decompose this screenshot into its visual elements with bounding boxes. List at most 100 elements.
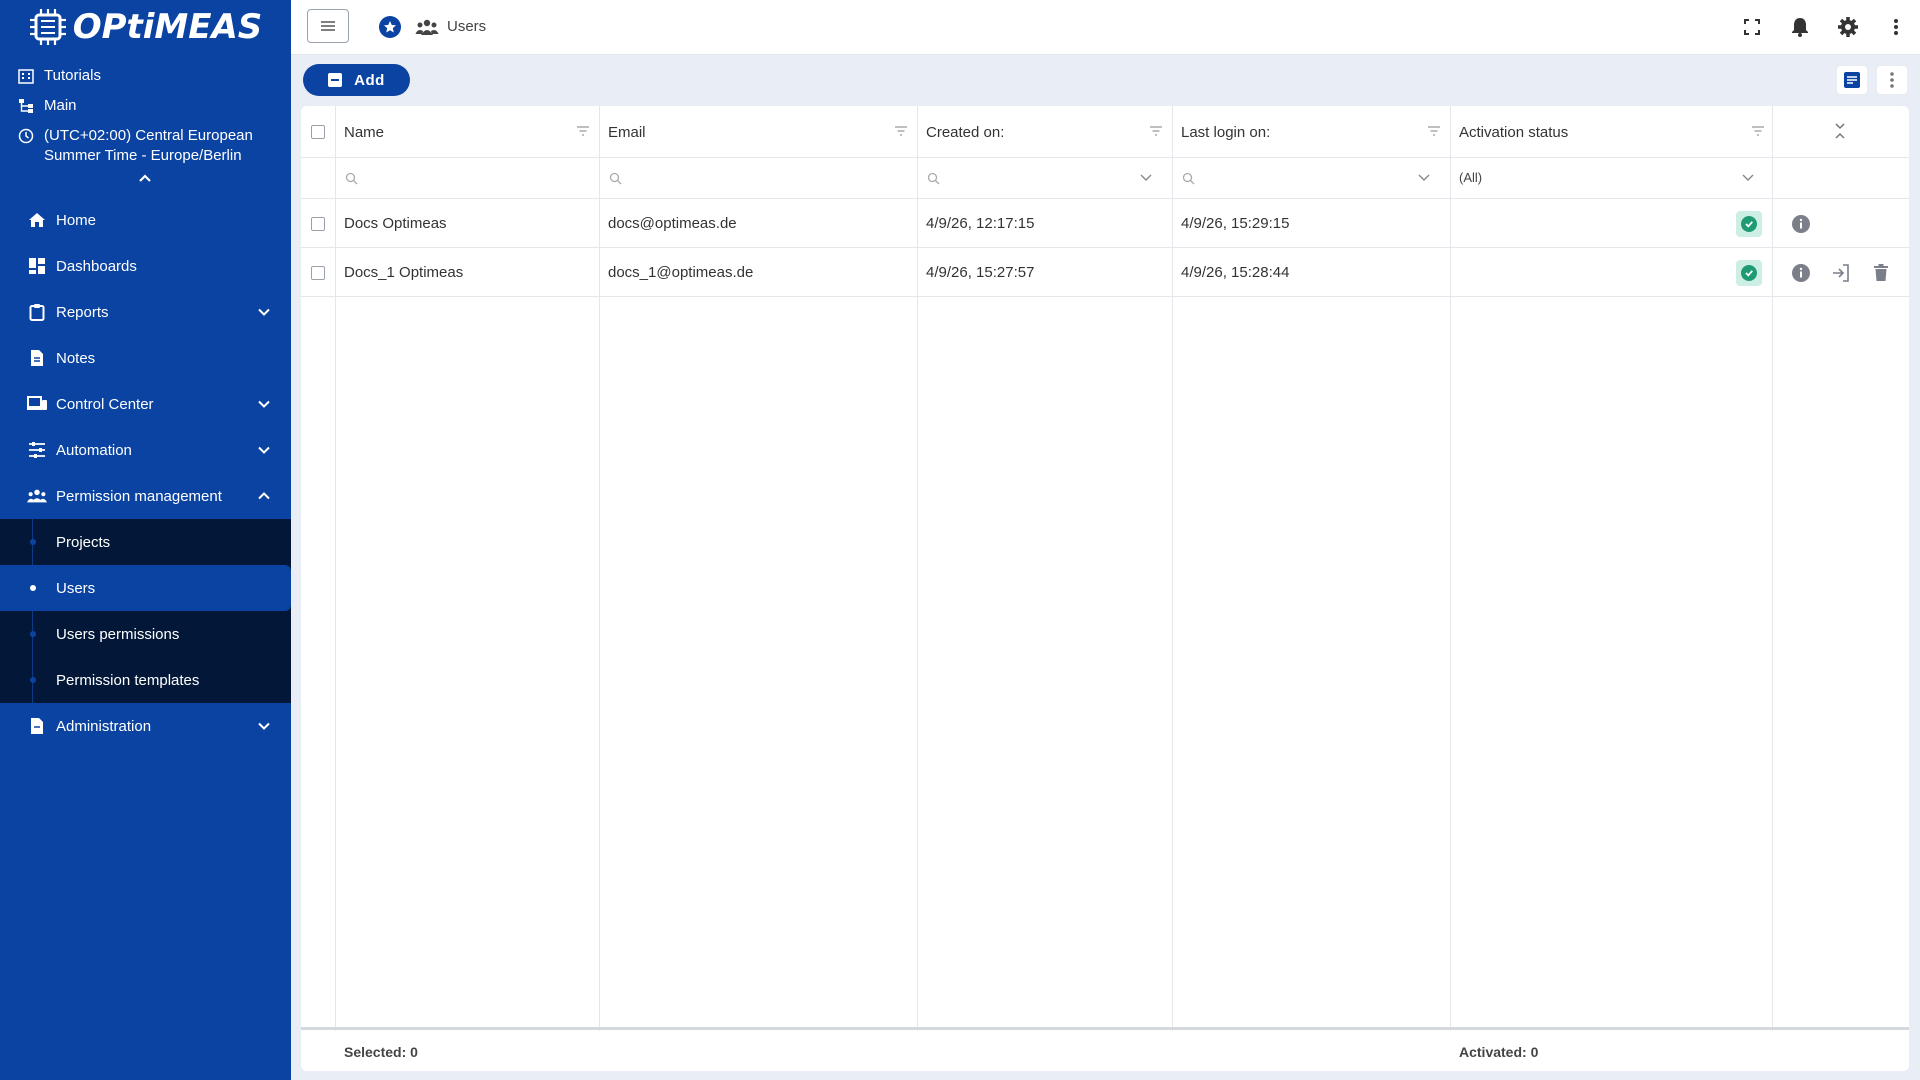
menu-label: Home — [56, 211, 97, 229]
cell-created: 4/9/26, 12:17:15 — [926, 215, 1035, 232]
header-label: Created on: — [926, 123, 1005, 141]
menu-item-reports[interactable]: Reports — [0, 289, 291, 335]
dashboard-icon — [27, 256, 47, 276]
submenu-item-permission-templates[interactable]: Permission templates — [0, 657, 291, 703]
header-name[interactable]: Name — [336, 106, 600, 158]
filter-icon[interactable] — [1427, 126, 1441, 136]
submenu-item-users[interactable]: Users — [0, 565, 291, 611]
info-button[interactable] — [1790, 262, 1812, 284]
search-icon[interactable] — [1182, 172, 1195, 185]
settings-button[interactable] — [1824, 14, 1872, 40]
header-email[interactable]: Email — [600, 106, 918, 158]
delete-button[interactable] — [1870, 262, 1892, 284]
menu-item-notes[interactable]: Notes — [0, 335, 291, 381]
people-icon — [415, 19, 439, 35]
filter-icon[interactable] — [1149, 126, 1163, 136]
home-icon — [27, 210, 47, 230]
info-button[interactable] — [1790, 213, 1812, 235]
star-icon — [384, 21, 396, 33]
devices-icon — [27, 394, 47, 414]
menu-item-administration[interactable]: Administration — [0, 703, 291, 749]
check-icon — [1745, 220, 1753, 228]
row-checkbox[interactable] — [311, 265, 325, 280]
row-checkbox[interactable] — [311, 216, 325, 231]
more-menu-button[interactable] — [1872, 14, 1920, 40]
main-link[interactable]: Main — [0, 96, 291, 116]
submenu-label: Users permissions — [56, 625, 180, 643]
filter-icon[interactable] — [576, 126, 590, 136]
select-all-cell — [301, 106, 336, 158]
notifications-button[interactable] — [1776, 14, 1824, 40]
search-icon[interactable] — [927, 172, 940, 185]
column-chooser-button[interactable] — [1837, 66, 1867, 94]
cell-activation — [1736, 248, 1762, 297]
menu-toggle-button[interactable] — [307, 9, 349, 43]
cell-email: docs@optimeas.de — [608, 215, 737, 232]
tutorials-link[interactable]: Tutorials — [0, 66, 291, 86]
status-filter-select[interactable]: (All) — [1459, 170, 1482, 185]
menu-item-home[interactable]: Home — [0, 197, 291, 243]
select-all-checkbox[interactable] — [311, 125, 325, 139]
filter-icon[interactable] — [894, 126, 908, 136]
menu-label: Reports — [56, 303, 109, 321]
search-icon[interactable] — [345, 172, 358, 185]
timezone-line2: Summer Time - Europe/Berlin — [44, 147, 242, 164]
fullscreen-button[interactable] — [1728, 14, 1776, 40]
menu-label: Dashboards — [56, 257, 137, 275]
collapse-rows-icon[interactable] — [1834, 122, 1846, 140]
menu-label: Notes — [56, 349, 96, 367]
menu-item-permission-management[interactable]: Permission management — [0, 473, 291, 519]
more-vertical-icon — [1890, 72, 1894, 88]
chevron-down-icon — [258, 446, 270, 454]
header-label: Activation status — [1459, 123, 1569, 141]
hamburger-icon — [321, 21, 335, 31]
chevron-down-icon[interactable] — [1139, 173, 1153, 183]
filter-icon[interactable] — [1751, 126, 1765, 136]
menu-item-control-center[interactable]: Control Center — [0, 381, 291, 427]
fullscreen-icon — [1744, 19, 1760, 35]
info-icon — [1792, 215, 1810, 233]
favorite-star-button[interactable] — [379, 16, 401, 38]
grid-options-button[interactable] — [1877, 66, 1907, 94]
logo: OPtiMEAS — [0, 0, 291, 52]
building-icon — [18, 69, 34, 84]
menu-label: Permission management — [56, 487, 222, 505]
grid-header: Name Email Created on: Last login on: Ac… — [301, 106, 1909, 158]
admin-icon — [27, 716, 47, 736]
menu-label: Automation — [56, 441, 132, 459]
table-row[interactable]: Docs Optimeas docs@optimeas.de 4/9/26, 1… — [301, 199, 1909, 248]
submenu-item-projects[interactable]: Projects — [0, 519, 291, 565]
timezone-info[interactable]: (UTC+02:00) Central European Summer Time… — [0, 126, 291, 166]
header-created[interactable]: Created on: — [918, 106, 1173, 158]
users-grid: Name Email Created on: Last login on: Ac… — [301, 106, 1909, 1071]
menu-item-dashboards[interactable]: Dashboards — [0, 243, 291, 289]
check-icon — [1745, 269, 1753, 277]
people-icon — [27, 486, 47, 506]
header-last-login[interactable]: Last login on: — [1173, 106, 1451, 158]
activated-badge — [1736, 259, 1762, 286]
header-label: Last login on: — [1181, 123, 1271, 141]
chevron-down-icon[interactable] — [1417, 173, 1431, 183]
info-icon — [1792, 264, 1810, 282]
login-as-button[interactable] — [1830, 262, 1852, 284]
search-icon[interactable] — [609, 172, 622, 185]
add-user-button[interactable]: Add — [303, 64, 410, 96]
collapse-header-button[interactable] — [133, 172, 157, 186]
main-label: Main — [44, 97, 77, 114]
bell-icon — [1792, 18, 1808, 37]
list-view-icon — [1844, 72, 1860, 88]
gear-icon — [1838, 17, 1858, 37]
header-activation[interactable]: Activation status — [1451, 106, 1773, 158]
row-select-cell — [301, 248, 325, 297]
add-label: Add — [354, 71, 385, 89]
menu-item-automation[interactable]: Automation — [0, 427, 291, 473]
chip-logo-icon — [29, 9, 66, 45]
brand-name: OPtiMEAS — [72, 7, 263, 47]
more-vertical-icon — [1894, 19, 1898, 35]
table-row[interactable]: Docs_1 Optimeas docs_1@optimeas.de 4/9/2… — [301, 248, 1909, 297]
submenu-item-users-permissions[interactable]: Users permissions — [0, 611, 291, 657]
filter-row: (All) — [301, 158, 1909, 199]
header-label: Name — [344, 123, 385, 141]
chevron-down-icon[interactable] — [1741, 173, 1755, 183]
cell-last-login: 4/9/26, 15:28:44 — [1181, 264, 1290, 281]
